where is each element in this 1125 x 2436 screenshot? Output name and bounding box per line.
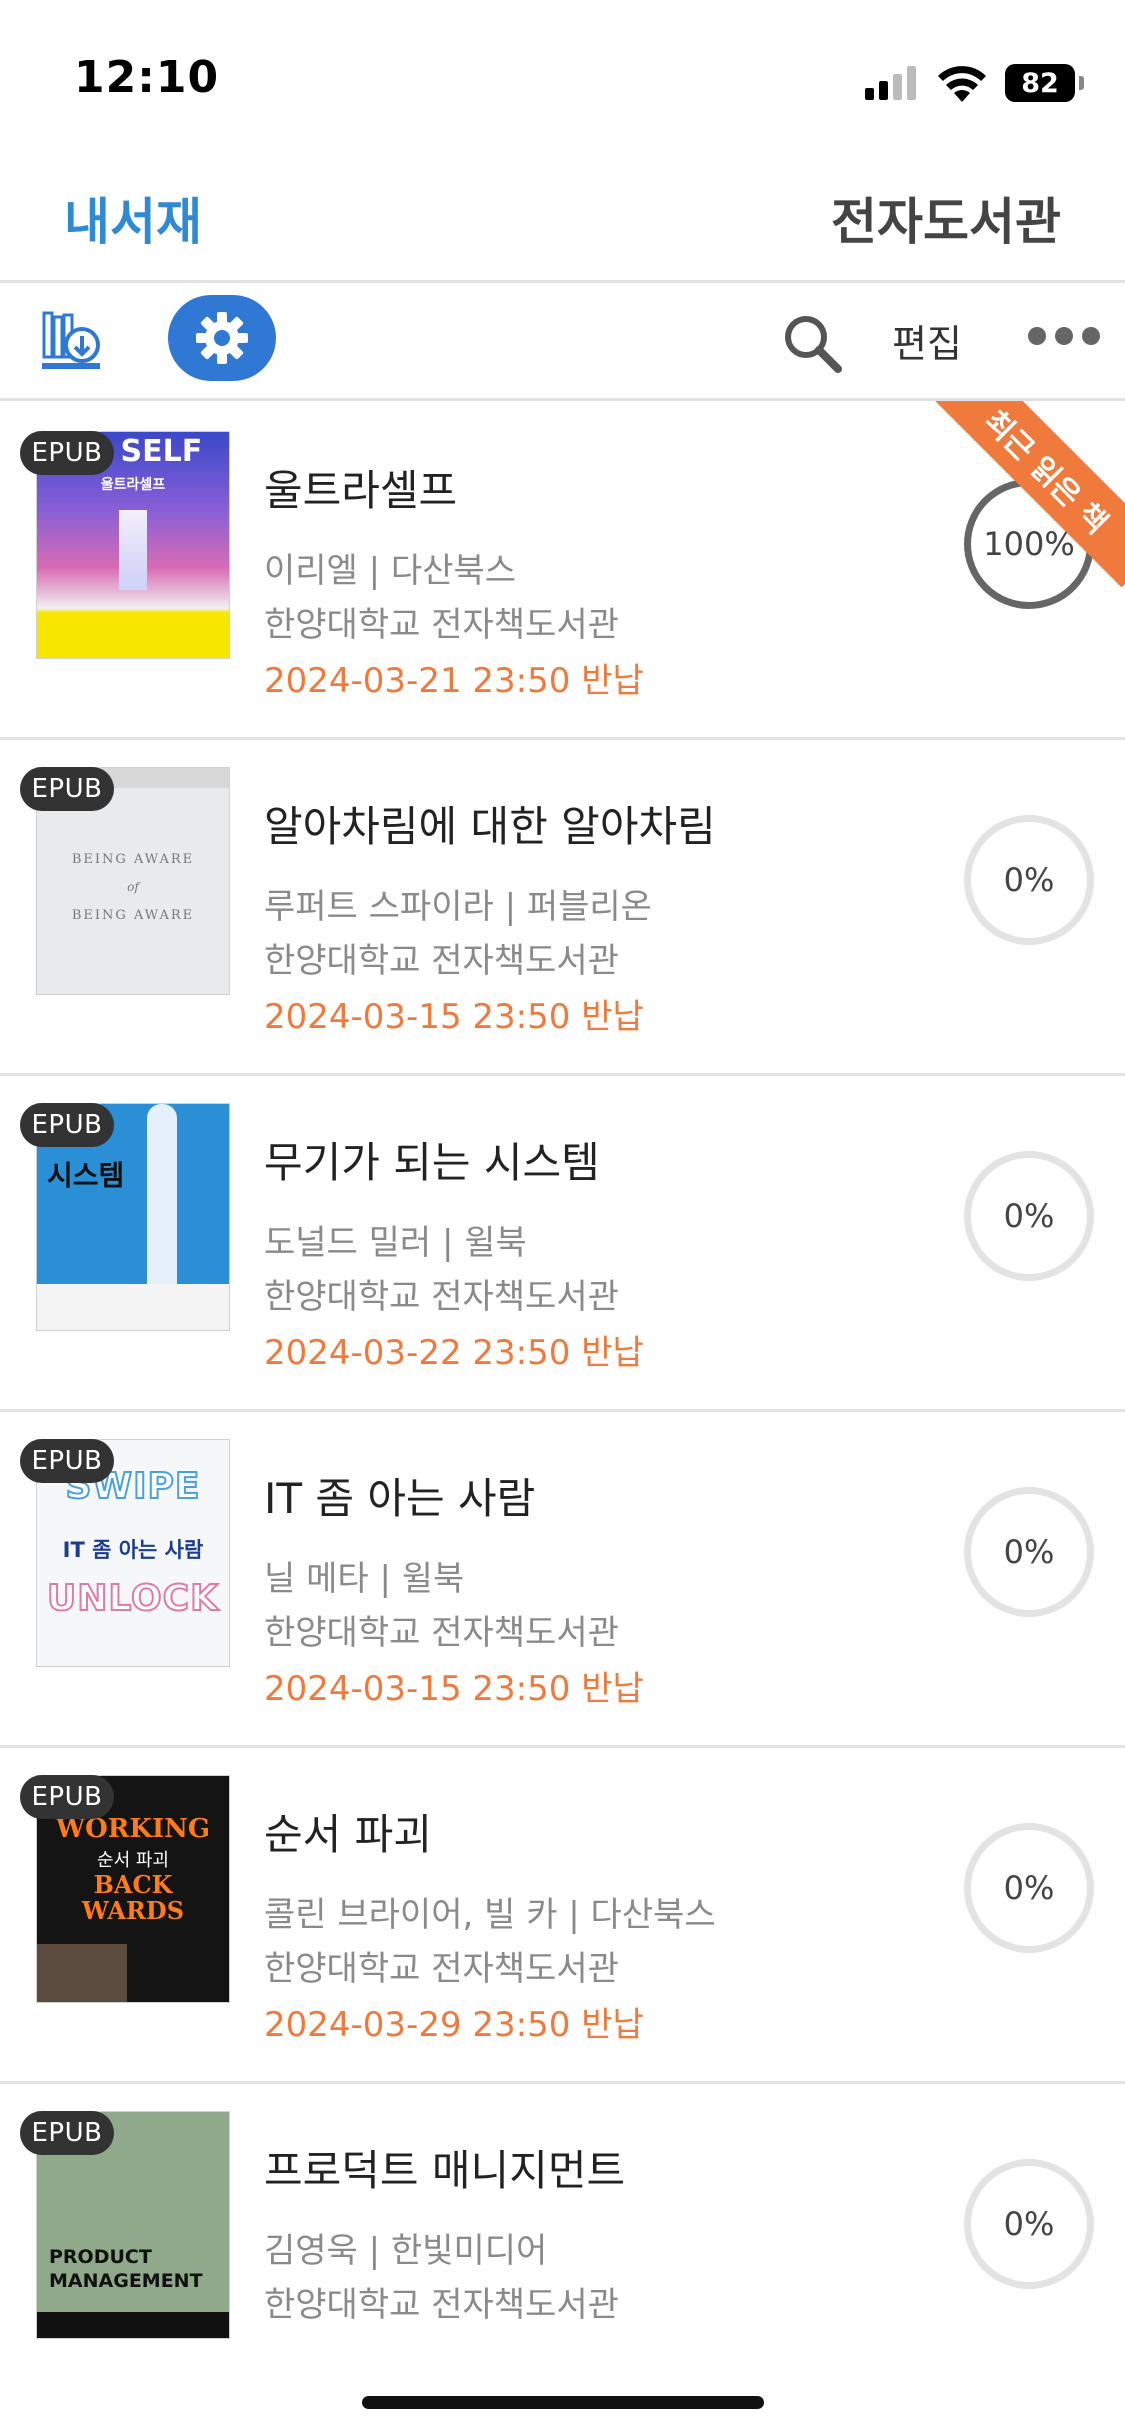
book-author-publisher: 루퍼트 스파이라 | 퍼블리온 (264, 887, 652, 927)
book-author-publisher: 도널드 밀러 | 윌북 (264, 1223, 527, 1263)
book-title: 울트라셀프 (264, 466, 458, 515)
book-item-being-aware[interactable]: BEING AWARE of BEING AWARE EPUB 알아차림에 대한… (0, 737, 1125, 1076)
reading-progress: 0% (964, 2159, 1094, 2289)
epub-badge: EPUB (20, 2111, 114, 2155)
book-library: 한양대학교 전자책도서관 (264, 941, 619, 981)
battery-icon: 82 (1005, 64, 1084, 102)
reading-progress: 0% (964, 1487, 1094, 1617)
book-title: 순서 파괴 (264, 1810, 432, 1859)
book-due-date: 2024-03-15 23:50 반납 (264, 1669, 644, 1709)
reading-progress: 0% (964, 1823, 1094, 1953)
book-title: 프로덕트 매니지먼트 (264, 2146, 626, 2195)
book-due-date: 2024-03-22 23:50 반납 (264, 1333, 644, 1373)
book-library: 한양대학교 전자책도서관 (264, 1613, 619, 1653)
tab-my-shelf[interactable]: 내서재 (64, 182, 202, 254)
status-time: 12:10 (74, 52, 220, 103)
epub-badge: EPUB (20, 767, 114, 811)
book-author-publisher: 이리엘 | 다산북스 (264, 551, 517, 591)
book-author-publisher: 김영욱 | 한빛미디어 (264, 2231, 548, 2271)
book-author-publisher: 닐 메타 | 윌북 (264, 1559, 465, 1599)
epub-badge: EPUB (20, 1775, 114, 1819)
book-library: 한양대학교 전자책도서관 (264, 605, 619, 645)
cellular-signal-icon (865, 66, 916, 100)
book-library: 한양대학교 전자책도서관 (264, 1277, 619, 1317)
book-item-ultra-self[interactable]: RA SELF 울트라셀프 EPUB 울트라셀프 이리엘 | 다산북스 한양대학… (0, 401, 1125, 740)
reading-progress: 0% (964, 1151, 1094, 1281)
epub-badge: EPUB (20, 431, 114, 475)
book-due-date: 2024-03-21 23:50 반납 (264, 661, 644, 701)
header-tabs: 내서재 전자도서관 (0, 150, 1125, 283)
book-title: 무기가 되는 시스템 (264, 1138, 600, 1187)
toolbar: 편집 (0, 283, 1125, 401)
tab-ebook-library[interactable]: 전자도서관 (831, 182, 1061, 254)
book-due-date: 2024-03-15 23:50 반납 (264, 997, 644, 1037)
download-books-icon[interactable] (38, 307, 104, 373)
book-item-it-person[interactable]: SWIPE IT 좀 아는 사람 UNLOCK EPUB IT 좀 아는 사람 … (0, 1409, 1125, 1748)
status-icons: 82 (865, 58, 1084, 108)
gear-icon (196, 312, 248, 364)
more-icon[interactable] (1028, 321, 1100, 351)
edit-button[interactable]: 편집 (892, 313, 962, 368)
home-indicator[interactable] (362, 2396, 764, 2409)
book-item-product-management[interactable]: PRODUCT MANAGEMENT EPUB 프로덕트 매니지먼트 김영욱 |… (0, 2081, 1125, 2417)
epub-badge: EPUB (20, 1439, 114, 1483)
book-library: 한양대학교 전자책도서관 (264, 2285, 619, 2325)
epub-badge: EPUB (20, 1103, 114, 1147)
book-author-publisher: 콜린 브라이어, 빌 카 | 다산북스 (264, 1895, 716, 1935)
settings-button[interactable] (168, 295, 276, 381)
book-item-working-backwards[interactable]: WORKING 순서 파괴 BACK WARDS EPUB 순서 파괴 콜린 브… (0, 1745, 1125, 2084)
book-due-date: 2024-03-29 23:50 반납 (264, 2005, 644, 2045)
book-item-weapon-system[interactable]: 되는 시스템 EPUB 무기가 되는 시스템 도널드 밀러 | 윌북 한양대학교… (0, 1073, 1125, 1412)
book-library: 한양대학교 전자책도서관 (264, 1949, 619, 1989)
book-title: 알아차림에 대한 알아차림 (264, 802, 716, 851)
wifi-icon (938, 66, 986, 102)
search-icon[interactable] (780, 311, 844, 375)
reading-progress: 0% (964, 815, 1094, 945)
status-bar: 12:10 82 (0, 0, 1125, 150)
book-title: IT 좀 아는 사람 (264, 1474, 536, 1523)
